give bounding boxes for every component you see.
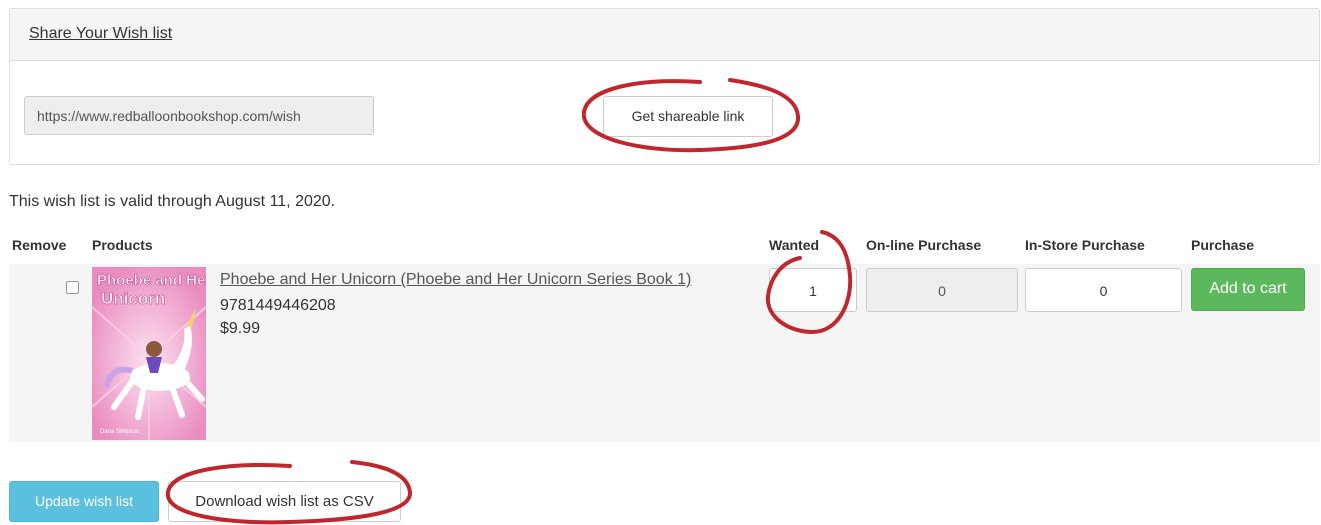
header-wanted: Wanted <box>769 237 820 253</box>
remove-checkbox[interactable] <box>66 281 79 294</box>
header-instore-purchase: In-Store Purchase <box>1025 237 1145 253</box>
update-wishlist-button[interactable]: Update wish list <box>9 481 159 522</box>
download-csv-button[interactable]: Download wish list as CSV <box>168 481 401 522</box>
cover-author: Dana Simpson <box>100 429 139 435</box>
panel-title[interactable]: Share Your Wish list <box>29 25 172 43</box>
product-isbn: 9781449446208 <box>220 297 336 314</box>
wanted-quantity-input[interactable]: 1 <box>769 268 857 312</box>
online-purchase-input: 0 <box>866 268 1018 312</box>
add-to-cart-button[interactable]: Add to cart <box>1191 268 1305 311</box>
cover-title-line1: Phoebe and Her <box>97 272 206 289</box>
share-wishlist-panel: Share Your Wish list <box>9 8 1320 165</box>
shareable-url-field[interactable]: https://www.redballoonbookshop.com/wish <box>24 96 374 135</box>
book-cover-image: Phoebe and Her Unicorn Dana Simpson <box>92 267 206 440</box>
header-online-purchase: On-line Purchase <box>866 237 982 253</box>
get-shareable-link-button[interactable]: Get shareable link <box>603 96 773 137</box>
product-title-link[interactable]: Phoebe and Her Unicorn (Phoebe and Her U… <box>220 271 691 289</box>
header-remove: Remove <box>12 237 67 253</box>
book-cover-art: Phoebe and Her Unicorn Dana Simpson <box>92 267 206 440</box>
product-price: $9.99 <box>220 320 261 337</box>
instore-purchase-input[interactable]: 0 <box>1025 268 1182 312</box>
panel-heading: Share Your Wish list <box>10 9 1319 61</box>
cover-title-line2: Unicorn <box>101 289 165 308</box>
header-purchase: Purchase <box>1191 237 1255 253</box>
validity-notice: This wish list is valid through August 1… <box>9 193 336 210</box>
header-products: Products <box>92 237 153 253</box>
